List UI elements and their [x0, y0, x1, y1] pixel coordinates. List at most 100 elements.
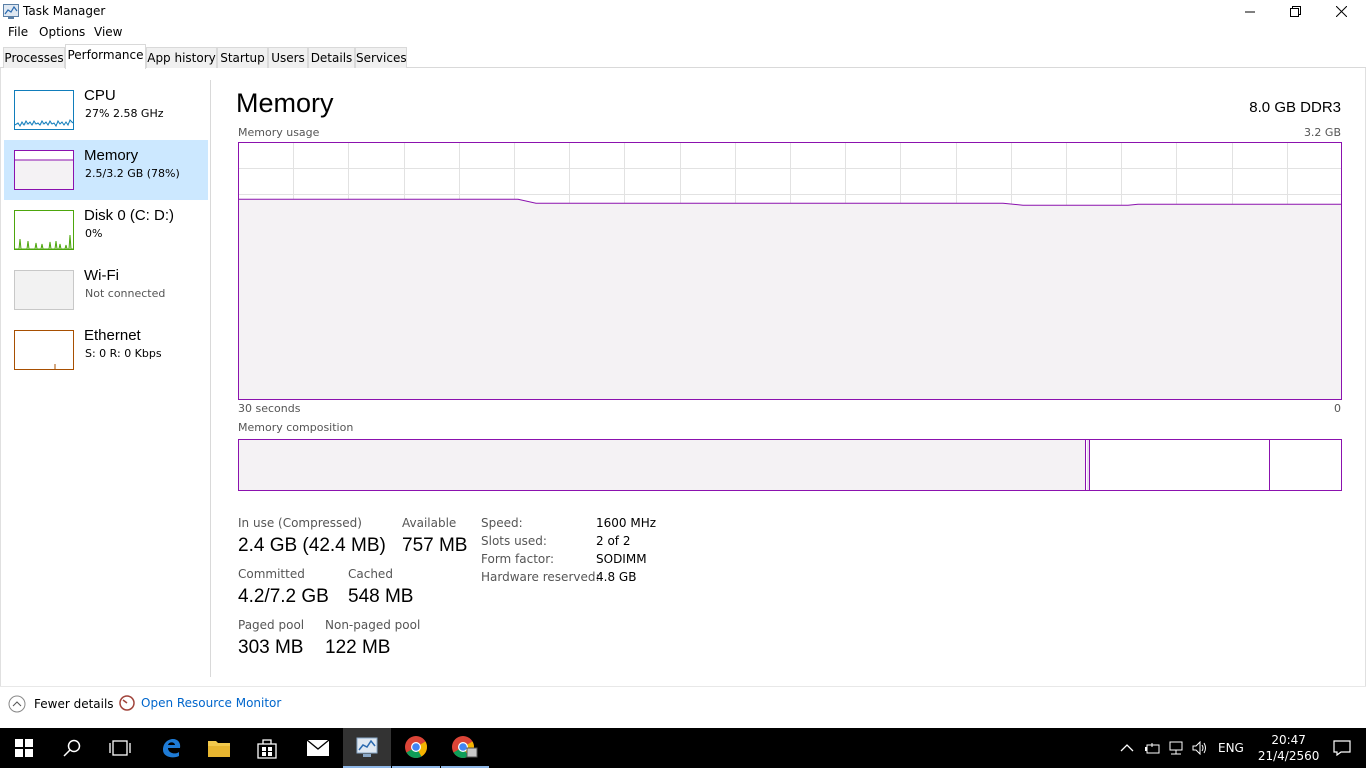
chrome-app-icon [452, 736, 478, 758]
speed-label: Speed: [481, 516, 523, 530]
mail-button[interactable] [294, 728, 342, 768]
search-button[interactable] [48, 728, 96, 768]
clock[interactable]: 20:47 21/4/2560 [1258, 732, 1320, 764]
sidebar-wifi-sub: Not connected [85, 287, 166, 300]
slots-label: Slots used: [481, 534, 547, 548]
tab-app-history[interactable]: App history [146, 47, 217, 68]
volume-icon[interactable] [1192, 741, 1208, 755]
tab-services[interactable]: Services [355, 47, 407, 68]
folder-icon [208, 741, 230, 757]
clock-date: 21/4/2560 [1257, 749, 1320, 763]
tab-details[interactable]: Details [308, 47, 355, 68]
sidebar-item-disk[interactable]: Disk 0 (C: D:) 0% [4, 200, 208, 260]
close-icon [1335, 6, 1347, 17]
sidebar-item-memory[interactable]: Memory 2.5/3.2 GB (78%) [4, 140, 208, 200]
fewer-details-button[interactable]: Fewer details [8, 695, 114, 713]
open-resource-monitor-label: Open Resource Monitor [141, 696, 282, 710]
sidebar-cpu-name: CPU [84, 87, 116, 104]
windows-logo-icon [15, 739, 33, 757]
memory-usage-area [238, 199, 1342, 400]
file-explorer-button[interactable] [195, 728, 243, 768]
hardware-reserved-label: Hardware reserved: [481, 570, 600, 584]
close-button[interactable] [1318, 0, 1364, 23]
committed-label: Committed [238, 567, 305, 581]
time-span-label: 30 seconds [238, 402, 301, 415]
start-button[interactable] [0, 728, 48, 768]
tab-performance[interactable]: Performance [65, 44, 146, 69]
committed-value: 4.2/7.2 GB [238, 586, 329, 607]
memory-usage-max: 3.2 GB [1303, 126, 1341, 139]
memory-usage-label: Memory usage [238, 126, 320, 139]
edge-taskbar-button[interactable] [147, 728, 195, 768]
paged-pool-value: 303 MB [238, 637, 304, 658]
task-manager-taskbar-icon [356, 737, 378, 757]
cached-value: 548 MB [348, 586, 414, 607]
memory-spec: 8.0 GB DDR3 [1249, 99, 1341, 116]
available-label: Available [402, 516, 457, 530]
sidebar-item-wifi[interactable]: Wi-Fi Not connected [4, 260, 208, 320]
tab-users[interactable]: Users [268, 47, 308, 68]
sidebar-wifi-name: Wi-Fi [84, 267, 119, 284]
task-view-icon [109, 740, 131, 756]
sidebar-disk-name: Disk 0 (C: D:) [84, 207, 174, 224]
fewer-details-label: Fewer details [34, 697, 114, 711]
system-tray: ENG 20:47 21/4/2560 [1120, 728, 1351, 768]
sidebar-disk-sub: 0% [85, 227, 103, 240]
menu-options[interactable]: Options [39, 25, 85, 39]
menu-file[interactable]: File [8, 25, 28, 39]
tab-bar: Processes Performance App history Startu… [0, 44, 1366, 69]
language-indicator[interactable]: ENG [1218, 741, 1244, 755]
tab-startup[interactable]: Startup [217, 47, 268, 68]
wifi-thumbnail-graph [14, 270, 74, 310]
in-use-value: 2.4 GB (42.4 MB) [238, 535, 386, 556]
memory-usage-graph [238, 142, 1342, 400]
task-view-button[interactable] [96, 728, 144, 768]
network-icon[interactable] [1168, 741, 1184, 755]
sidebar-memory-sub: 2.5/3.2 GB (78%) [85, 167, 180, 180]
chevron-up-icon [8, 695, 26, 713]
sidebar-ethernet-name: Ethernet [84, 327, 141, 344]
memory-thumbnail-graph [14, 150, 74, 190]
task-manager-taskbar-button[interactable] [343, 728, 391, 768]
restore-button[interactable] [1272, 0, 1318, 23]
hardware-reserved-value: 4.8 GB [596, 570, 637, 584]
available-value: 757 MB [402, 535, 468, 556]
form-factor-label: Form factor: [481, 552, 555, 566]
menu-bar: File Options View [0, 23, 1366, 43]
sidebar-cpu-sub: 27% 2.58 GHz [85, 107, 164, 120]
composition-in-use [239, 440, 1086, 490]
disk-thumbnail-graph [14, 210, 74, 250]
menu-view[interactable]: View [94, 25, 122, 39]
sidebar-item-cpu[interactable]: CPU 27% 2.58 GHz [4, 80, 208, 140]
ethernet-thumbnail-graph [14, 330, 74, 370]
mail-icon [306, 739, 330, 756]
memory-composition-label: Memory composition [238, 421, 354, 434]
tab-processes[interactable]: Processes [3, 47, 65, 68]
open-resource-monitor-link[interactable]: Open Resource Monitor [119, 695, 281, 711]
window-title: Task Manager [23, 4, 106, 18]
chrome-taskbar-button[interactable] [392, 728, 440, 768]
speed-value: 1600 MHz [596, 516, 657, 530]
minimize-button[interactable] [1227, 0, 1273, 23]
performance-sidebar: CPU 27% 2.58 GHz Memory 2.5/3.2 GB (78%)… [0, 80, 211, 677]
store-button[interactable] [243, 728, 291, 768]
title-bar: Task Manager [0, 0, 1366, 23]
footer-bar: Fewer details Open Resource Monitor [0, 686, 1366, 728]
form-factor-value: SODIMM [596, 552, 647, 566]
chrome-app-taskbar-button[interactable] [441, 728, 489, 768]
sidebar-item-ethernet[interactable]: Ethernet S: 0 R: 0 Kbps [4, 320, 208, 380]
store-icon [257, 739, 277, 759]
nonpaged-pool-label: Non-paged pool [325, 618, 421, 632]
chevron-up-tray-icon[interactable] [1120, 743, 1134, 753]
cpu-thumbnail-graph [14, 90, 74, 130]
composition-standby [1089, 440, 1270, 490]
cached-label: Cached [348, 567, 393, 581]
paged-pool-label: Paged pool [238, 618, 305, 632]
chrome-icon [405, 736, 427, 758]
battery-plug-icon[interactable] [1144, 741, 1160, 755]
task-manager-icon [3, 4, 19, 19]
slots-value: 2 of 2 [596, 534, 631, 548]
action-center-icon[interactable] [1333, 740, 1351, 756]
search-icon [63, 739, 81, 757]
edge-icon [163, 739, 181, 758]
